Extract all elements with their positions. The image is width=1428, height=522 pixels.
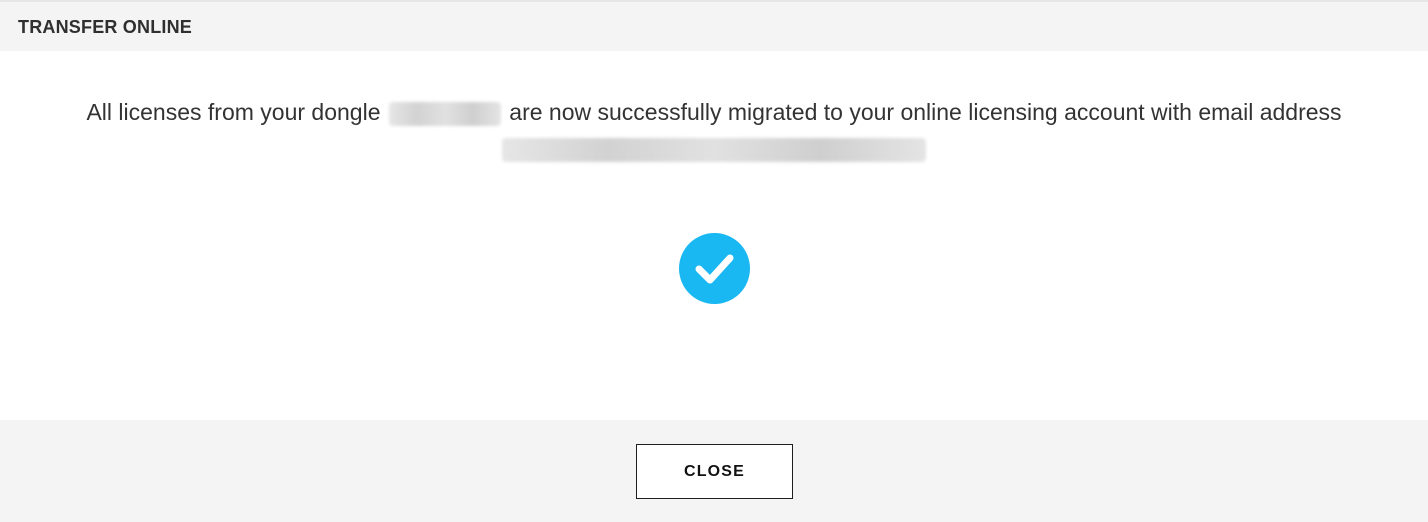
check-circle-icon bbox=[679, 233, 750, 304]
message-part-2: are now successfully migrated to your on… bbox=[509, 99, 1342, 125]
redacted-dongle-id bbox=[388, 101, 501, 126]
dialog-title: TRANSFER ONLINE bbox=[18, 17, 192, 37]
dialog-footer: CLOSE bbox=[0, 420, 1428, 522]
message-part-1: All licenses from your dongle bbox=[86, 99, 381, 125]
close-button[interactable]: CLOSE bbox=[636, 444, 793, 499]
transfer-online-dialog: TRANSFER ONLINE All licenses from your d… bbox=[0, 0, 1428, 522]
check-circle-background bbox=[679, 233, 750, 304]
redacted-email-address bbox=[502, 137, 926, 162]
dialog-content: All licenses from your dongle are now su… bbox=[0, 51, 1428, 420]
success-message: All licenses from your dongle are now su… bbox=[0, 95, 1428, 163]
dialog-header: TRANSFER ONLINE bbox=[0, 0, 1428, 51]
